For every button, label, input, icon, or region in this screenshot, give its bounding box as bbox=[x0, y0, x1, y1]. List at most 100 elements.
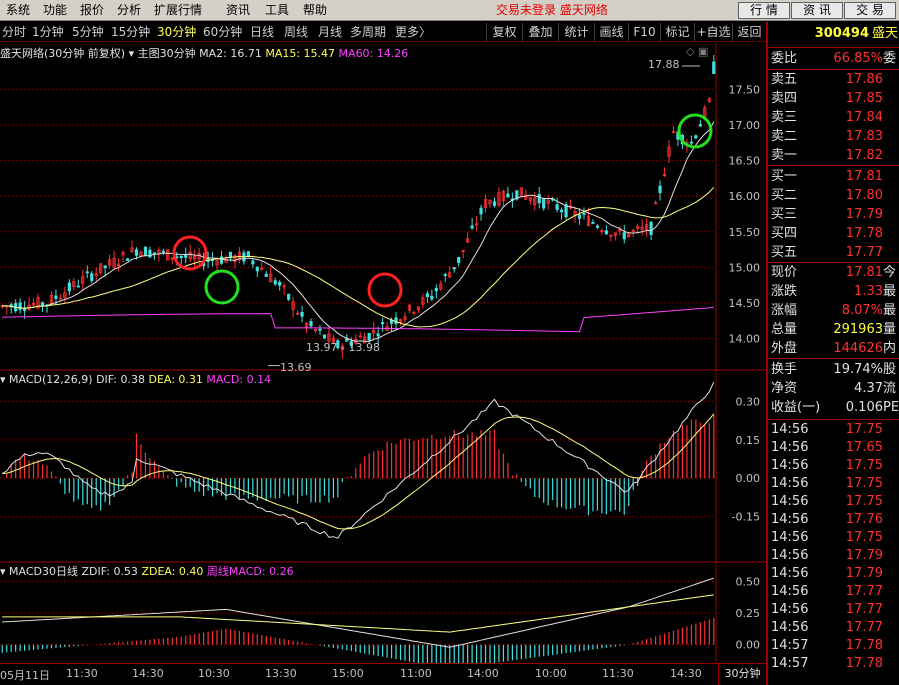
bid-row[interactable]: 买五 17.77 bbox=[768, 244, 899, 262]
stat-row[interactable]: 收益(一) 0.106 PE bbox=[768, 399, 899, 417]
candle-body bbox=[18, 302, 22, 310]
candle-body bbox=[219, 256, 224, 264]
chevron-down-icon[interactable]: ▾ bbox=[0, 373, 6, 386]
add-favorite-button[interactable]: +自选 bbox=[694, 23, 732, 41]
chevron-down-icon[interactable]: ▾ bbox=[129, 47, 135, 60]
tick-row: 14:56 17.75 bbox=[768, 529, 899, 547]
candle-body bbox=[300, 311, 304, 317]
stat-row-value: 0.106 bbox=[845, 400, 883, 415]
tick-time: 14:57 bbox=[771, 656, 809, 671]
indicator-name[interactable]: 主图30分钟 bbox=[138, 47, 196, 60]
divider bbox=[768, 165, 899, 166]
back-button[interactable]: 返回 bbox=[732, 23, 766, 41]
period-tag[interactable]: 30分钟 bbox=[718, 664, 766, 685]
period-toolbar: 分时 1分钟 5分钟 15分钟 30分钟 60分钟 日线 周线 月线 多周期 更… bbox=[0, 22, 766, 42]
quote-button[interactable]: 行 情 bbox=[738, 2, 790, 19]
divider bbox=[768, 69, 899, 70]
candle-body bbox=[394, 317, 398, 324]
bid-row[interactable]: 买二 17.80 bbox=[768, 187, 899, 205]
macd-tick-label: 0.00 bbox=[736, 472, 761, 485]
candle-body bbox=[152, 252, 156, 255]
period-5min[interactable]: 5分钟 bbox=[72, 22, 104, 42]
macd-tick-label: 0.30 bbox=[736, 395, 761, 408]
period-more[interactable]: 更多〉 bbox=[395, 22, 431, 42]
stat-row-extra: 最 bbox=[883, 284, 897, 299]
candle-body bbox=[479, 207, 483, 215]
menu-tools[interactable]: 工具 bbox=[265, 0, 289, 21]
stock-title: 盛天网络(30分钟 前复权) bbox=[0, 47, 126, 60]
menu-system[interactable]: 系统 bbox=[6, 0, 30, 21]
period-60min[interactable]: 60分钟 bbox=[203, 22, 242, 42]
news-button[interactable]: 资 讯 bbox=[791, 2, 843, 19]
bid-row[interactable]: 买四 17.78 bbox=[768, 225, 899, 243]
fuquan-button[interactable]: 复权 bbox=[486, 23, 522, 41]
candle-body bbox=[582, 212, 586, 215]
price-tick-label: 14.00 bbox=[729, 333, 761, 346]
candle-body bbox=[90, 273, 94, 281]
candle-body bbox=[40, 302, 45, 306]
stat-row-value: 291963 bbox=[833, 322, 883, 337]
statistics-button[interactable]: 统计 bbox=[558, 23, 594, 41]
macd30-name[interactable]: MACD30日线 bbox=[9, 565, 78, 578]
chart-area[interactable]: 17.50 17.00 16.50 16.00 15.50 15.00 14.50 14.00… bbox=[0, 43, 766, 663]
tick-price: 17.78 bbox=[845, 656, 883, 671]
mark-button[interactable]: 标记 bbox=[660, 23, 694, 41]
tick-time: 14:56 bbox=[771, 512, 809, 527]
ask-row[interactable]: 卖五 17.86 bbox=[768, 71, 899, 89]
pane-config-icon[interactable]: ◇ ▣ bbox=[686, 45, 708, 58]
stat-row[interactable]: 换手 19.74% 股 bbox=[768, 361, 899, 379]
candle-body bbox=[134, 249, 139, 256]
green-annotation-circle bbox=[204, 269, 240, 305]
stat-row[interactable]: 净资 4.37 流 bbox=[768, 380, 899, 398]
trade-button[interactable]: 交 易 bbox=[844, 2, 896, 19]
ask-row[interactable]: 卖三 17.84 bbox=[768, 109, 899, 127]
stat-row[interactable]: 涨跌 1.33 最 bbox=[768, 283, 899, 301]
stat-row[interactable]: 现价 17.81 今 bbox=[768, 264, 899, 282]
chevron-down-icon[interactable]: ▾ bbox=[0, 565, 6, 578]
ask-row-value: 17.83 bbox=[845, 129, 883, 144]
f10-button[interactable]: F10 bbox=[628, 23, 660, 41]
tick-price: 17.79 bbox=[845, 548, 883, 563]
zdif-line bbox=[2, 577, 714, 648]
low-price-label: 13.69 bbox=[280, 361, 312, 374]
period-weekly[interactable]: 周线 bbox=[284, 22, 308, 42]
ask-row[interactable]: 卖二 17.83 bbox=[768, 128, 899, 146]
period-monthly[interactable]: 月线 bbox=[318, 22, 342, 42]
tick-row: 14:57 17.78 bbox=[768, 637, 899, 655]
bid-row[interactable]: 买一 17.81 bbox=[768, 168, 899, 186]
menu-quote[interactable]: 报价 bbox=[80, 0, 104, 21]
period-30min[interactable]: 30分钟 bbox=[157, 22, 196, 42]
overlay-button[interactable]: 叠加 bbox=[522, 23, 558, 41]
menu-news[interactable]: 资讯 bbox=[226, 0, 250, 21]
menu-function[interactable]: 功能 bbox=[43, 0, 67, 21]
candle-body bbox=[318, 328, 322, 331]
dif-line bbox=[1, 381, 715, 539]
draw-line-button[interactable]: 画线 bbox=[594, 23, 628, 41]
macd-value: MACD: 0.14 bbox=[206, 373, 272, 386]
candle-body bbox=[430, 295, 434, 300]
weekly-macd-value: 周线MACD: 0.26 bbox=[206, 565, 294, 578]
period-daily[interactable]: 日线 bbox=[250, 22, 274, 42]
ask-row-value: 17.82 bbox=[845, 148, 883, 163]
main-pane-title: 盛天网络(30分钟 前复权) ▾ 主图30分钟 MA2: 16.71 MA15:… bbox=[0, 45, 408, 61]
candle-body bbox=[457, 256, 461, 263]
tick-row: 14:56 17.79 bbox=[768, 565, 899, 583]
period-fenshi[interactable]: 分时 bbox=[2, 22, 26, 42]
menu-analysis[interactable]: 分析 bbox=[117, 0, 141, 21]
zdif-value: ZDIF: 0.53 bbox=[81, 565, 138, 578]
menu-help[interactable]: 帮助 bbox=[303, 0, 327, 21]
period-multi[interactable]: 多周期 bbox=[350, 22, 386, 42]
period-1min[interactable]: 1分钟 bbox=[32, 22, 64, 42]
stat-row-label: 涨跌 bbox=[771, 284, 798, 299]
period-15min[interactable]: 15分钟 bbox=[111, 22, 150, 42]
ask-row[interactable]: 卖四 17.85 bbox=[768, 90, 899, 108]
stat-row[interactable]: 总量 291963 量 bbox=[768, 321, 899, 339]
stat-row[interactable]: 涨幅 8.07% 最 bbox=[768, 302, 899, 320]
menu-extended-quote[interactable]: 扩展行情 bbox=[154, 0, 202, 21]
bid-row[interactable]: 买三 17.79 bbox=[768, 206, 899, 224]
bid-row-value: 17.77 bbox=[845, 245, 883, 260]
macd-name[interactable]: MACD(12,26,9) bbox=[9, 373, 93, 386]
stat-row[interactable]: 外盘 144626 内 bbox=[768, 340, 899, 358]
ask-row[interactable]: 卖一 17.82 bbox=[768, 147, 899, 165]
candle-body bbox=[537, 194, 541, 204]
